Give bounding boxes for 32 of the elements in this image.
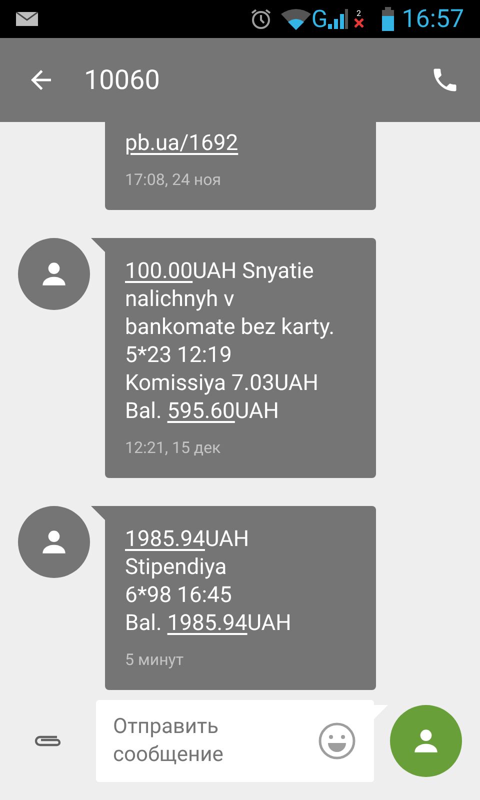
mail-icon (16, 12, 38, 26)
link[interactable]: 1985.94 (125, 526, 205, 554)
conversation-title: 10060 (84, 62, 160, 98)
message-time: 17:08, 24 ноя (125, 169, 222, 191)
link[interactable]: 100.00 (125, 258, 193, 286)
battery-icon (382, 7, 394, 31)
clock-time: 16:57 (402, 6, 464, 32)
message-text: Stipendiya (125, 554, 227, 582)
message-text: UAH (234, 398, 279, 426)
message-text: Bal. (125, 398, 163, 426)
signal-icon (328, 9, 348, 29)
message-text: UAH (205, 526, 250, 554)
network-type-label: G (311, 7, 328, 31)
message-text: UAH (247, 610, 292, 638)
wifi-icon (281, 8, 312, 30)
message-input-field[interactable]: Отправить сообщение (96, 700, 374, 782)
emoji-icon[interactable] (318, 722, 356, 760)
message-text: 6*98 16:45 (125, 582, 232, 610)
link[interactable]: pb.ua/1692 (125, 130, 238, 158)
message-text: bankomate bez karty. (125, 314, 335, 342)
sim-slot-label: 2 (356, 10, 361, 18)
message-text: UAH Snyatie (192, 258, 314, 286)
alarm-clock-icon (249, 7, 274, 31)
message-text: nalichnyh v (125, 286, 234, 314)
message-text: 5*23 12:19 (125, 342, 232, 370)
link[interactable]: 595.60 (167, 398, 235, 426)
message-time: 12:21, 15 дек (125, 437, 222, 459)
link[interactable]: 1985.94 (167, 610, 248, 638)
no-signal-x-icon (354, 18, 364, 28)
message-text: Bal. (125, 610, 163, 638)
message-text: Komissiya 7.03UAH (125, 370, 318, 398)
message-time: 5 минут (125, 649, 185, 671)
